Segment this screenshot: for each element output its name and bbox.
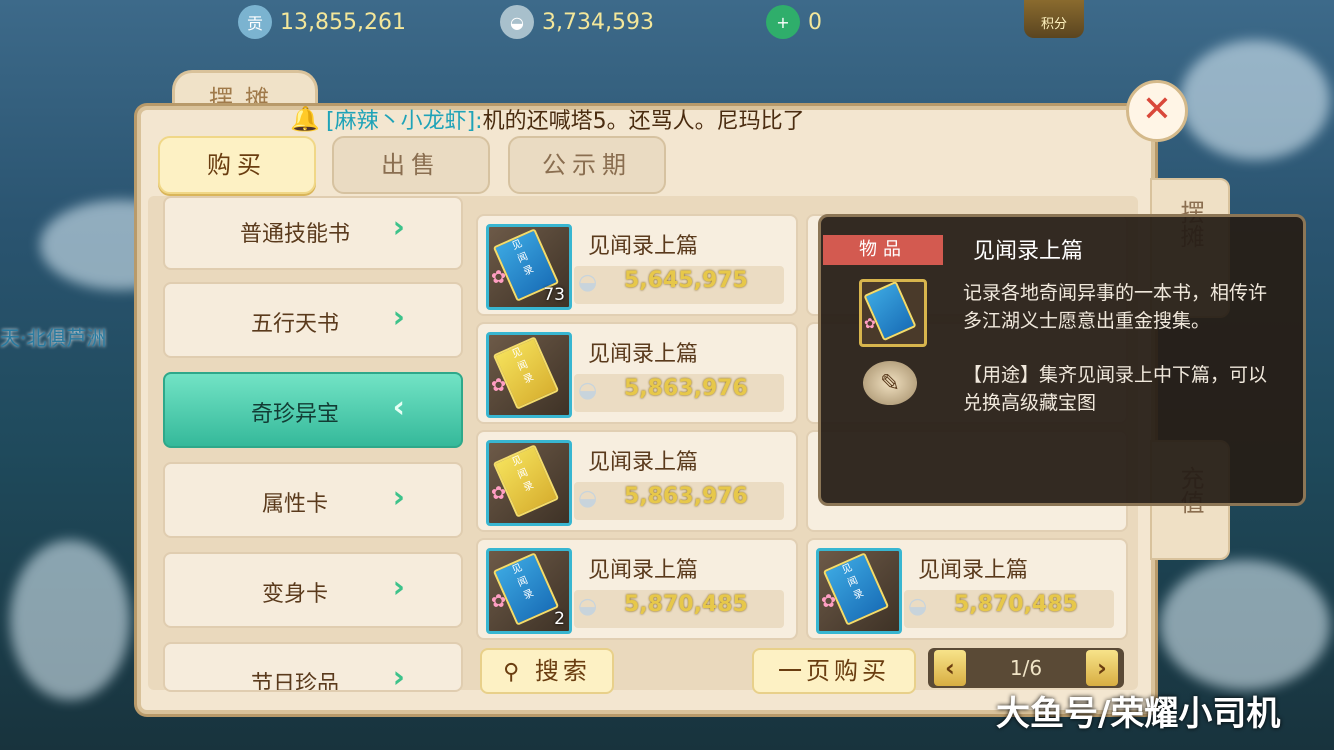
book-icon: 见闻录 (822, 552, 890, 626)
map-location-label: 天·北俱芦洲 (0, 326, 107, 350)
category-label: 属性卡 (261, 492, 328, 517)
book-icon: 见闻录 (492, 336, 560, 410)
category-label: 变身卡 (261, 582, 328, 607)
chevron-right-icon: › (392, 660, 405, 692)
item-price: 5,870,485 (954, 592, 1078, 617)
pager: ‹ 1/6 › (928, 648, 1124, 688)
silver-currency: ◒ 3,734,593 (500, 4, 654, 40)
tab-public-period[interactable]: 公示期 (508, 136, 666, 194)
category-label: 奇珍异宝 (250, 402, 339, 427)
tab-buy[interactable]: 购买 (158, 136, 316, 194)
item-thumbnail: 见闻录 ✿ 73 (486, 224, 572, 310)
category-skill-books[interactable]: 普通技能书 › (163, 196, 463, 270)
score-button[interactable]: 积分 (1024, 0, 1084, 38)
category-five-elements[interactable]: 五行天书 › (163, 282, 463, 358)
tab-sell[interactable]: 出售 (332, 136, 490, 194)
item-tooltip: 物品 见闻录上篇 ✿ 记录各地奇闻异事的一本书，相传许多江湖义士愿意出重金搜集。… (818, 214, 1306, 506)
bell-icon: 🔔 (290, 105, 320, 133)
flower-icon: ✿ (491, 483, 507, 504)
item-type-badge: 物品 (823, 235, 943, 265)
item-name: 见闻录上篇 (588, 558, 699, 583)
buy-page-button[interactable]: 一页购买 (752, 648, 916, 694)
flower-icon: ✿ (821, 591, 837, 612)
tooltip-description: 记录各地奇闻异事的一本书，相传许多江湖义士愿意出重金搜集。 (963, 282, 1268, 332)
flower-icon: ✿ (491, 375, 507, 396)
chevron-right-icon: › (392, 300, 405, 335)
item-thumbnail: 见闻录 ✿ (816, 548, 902, 634)
item-card[interactable]: 见闻录 ✿ 见闻录上篇 ◒ 5,863,976 (476, 430, 798, 532)
book-icon: 见闻录 (492, 444, 560, 518)
chevron-right-icon: › (392, 480, 405, 515)
chevron-right-icon: › (392, 570, 405, 605)
item-name: 见闻录上篇 (588, 450, 699, 475)
item-price: 5,870,485 (624, 592, 748, 617)
page-indicator: 1/6 (1009, 656, 1043, 680)
jade-value: 0 (808, 9, 822, 35)
book-icon: 见闻录 (492, 552, 560, 626)
share-icon[interactable]: ✎ (863, 361, 917, 405)
tooltip-title: 见闻录上篇 (973, 239, 1084, 264)
silver-ingot-icon: ◒ (578, 594, 598, 619)
item-price: 5,863,976 (624, 484, 748, 509)
flower-icon: ✿ (491, 591, 507, 612)
broadcast-user[interactable]: [麻辣丶小龙虾]: (326, 103, 483, 135)
item-card[interactable]: 见闻录 ✿ 见闻录上篇 ◒ 5,863,976 (476, 322, 798, 424)
category-label: 五行天书 (250, 312, 339, 337)
contribution-coin-icon: 贡 (238, 5, 272, 39)
item-name: 见闻录上篇 (918, 558, 1029, 583)
silver-ingot-icon: ◒ (578, 270, 598, 295)
currency-bar: 贡 13,855,261 ◒ 3,734,593 + 0 积分 (0, 0, 1334, 44)
contribution-value: 13,855,261 (280, 9, 406, 35)
item-card[interactable]: 见闻录 ✿ 2 见闻录上篇 ◒ 5,870,485 (476, 538, 798, 640)
jade-currency: + 0 (766, 4, 822, 40)
book-icon (863, 282, 917, 342)
snow-decoration (1180, 40, 1330, 160)
item-count: 2 (554, 609, 565, 629)
close-button[interactable]: ✕ (1126, 80, 1188, 142)
chevron-left-icon: ‹ (392, 390, 405, 425)
silver-ingot-icon[interactable]: ◒ (500, 5, 534, 39)
tooltip-usage: 【用途】集齐见闻录上中下篇，可以兑换高级藏宝图 (963, 364, 1268, 414)
item-name: 见闻录上篇 (588, 234, 699, 259)
silver-ingot-icon: ◒ (578, 378, 598, 403)
silver-value: 3,734,593 (542, 9, 654, 35)
category-label: 普通技能书 (239, 222, 350, 247)
broadcast-message: 🔔 [麻辣丶小龙虾]: 机的还喊塔5。还骂人。尼玛比了 (290, 102, 805, 136)
item-thumbnail: 见闻录 ✿ 2 (486, 548, 572, 634)
chevron-right-icon: › (392, 210, 405, 245)
item-name: 见闻录上篇 (588, 342, 699, 367)
silver-ingot-icon: ◒ (578, 486, 598, 511)
item-price: 5,645,975 (624, 268, 748, 293)
flower-icon: ✿ (491, 267, 507, 288)
category-festival[interactable]: 节日珍品 › (163, 642, 463, 692)
item-card[interactable]: 见闻录 ✿ 73 见闻录上篇 ◒ 5,645,975 (476, 214, 798, 316)
item-thumbnail: 见闻录 ✿ (486, 332, 572, 418)
search-button-label: 搜索 (534, 657, 591, 685)
jade-icon[interactable]: + (766, 5, 800, 39)
snow-decoration (10, 540, 130, 700)
category-treasures[interactable]: 奇珍异宝 ‹ (163, 372, 463, 448)
snow-decoration (1160, 560, 1330, 690)
prev-page-button[interactable]: ‹ (934, 650, 966, 686)
category-label: 节日珍品 (250, 672, 339, 692)
broadcast-text: 机的还喊塔5。还骂人。尼玛比了 (482, 109, 805, 134)
item-thumbnail: 见闻录 ✿ (486, 440, 572, 526)
item-price: 5,863,976 (624, 376, 748, 401)
watermark: 大鱼号/荣耀小司机 (996, 694, 1281, 734)
tooltip-item-icon: ✿ (859, 279, 927, 347)
item-count: 73 (543, 285, 565, 305)
item-card[interactable]: 见闻录 ✿ 见闻录上篇 ◒ 5,870,485 (806, 538, 1128, 640)
category-transform-cards[interactable]: 变身卡 › (163, 552, 463, 628)
contribution-currency: 贡 13,855,261 (238, 4, 406, 40)
search-button[interactable]: ⚲ 搜索 (480, 648, 614, 694)
silver-ingot-icon: ◒ (908, 594, 928, 619)
category-attribute-cards[interactable]: 属性卡 › (163, 462, 463, 538)
flower-icon: ✿ (864, 316, 876, 332)
search-icon: ⚲ (503, 660, 524, 685)
next-page-button[interactable]: › (1086, 650, 1118, 686)
